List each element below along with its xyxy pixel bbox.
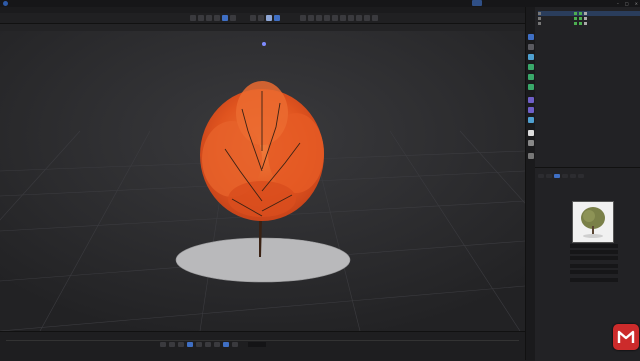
snap-icon[interactable]	[528, 97, 534, 103]
generator-icon[interactable]	[340, 15, 346, 21]
render-picture-viewer-icon[interactable]	[308, 15, 314, 21]
visibility-toggles[interactable]	[574, 12, 588, 15]
asset-preview-thumbnail[interactable]	[572, 201, 614, 243]
deformer-icon[interactable]	[348, 15, 354, 21]
model-mode-icon[interactable]	[528, 34, 534, 40]
attribute-manager-tabs	[535, 168, 640, 172]
viewport-header	[0, 24, 525, 31]
next-key-icon[interactable]	[205, 342, 211, 347]
close-icon[interactable]: ×	[635, 1, 638, 6]
param-value[interactable]	[570, 244, 618, 248]
param-value[interactable]	[570, 278, 618, 282]
attribute-subtab[interactable]	[562, 174, 568, 178]
layout-tabs	[472, 0, 552, 7]
app-logo-icon	[3, 1, 8, 6]
object-manager	[535, 7, 640, 167]
channel-logo-icon	[613, 324, 639, 350]
move-icon[interactable]	[214, 15, 220, 21]
play-icon[interactable]	[187, 342, 193, 347]
camera-icon[interactable]	[364, 15, 370, 21]
param-value[interactable]	[570, 264, 618, 268]
layout-tab[interactable]	[542, 0, 552, 6]
attribute-subtab[interactable]	[538, 174, 544, 178]
visibility-toggles[interactable]	[574, 17, 588, 20]
tree-thumbnail-icon	[573, 202, 613, 242]
timeline-ruler[interactable]	[6, 334, 519, 341]
solo-icon[interactable]	[528, 140, 534, 146]
axis-y-icon[interactable]	[258, 15, 264, 21]
attribute-subtab[interactable]	[554, 174, 560, 178]
param-value[interactable]	[570, 256, 618, 260]
render-settings-icon[interactable]	[316, 15, 322, 21]
current-frame-field[interactable]	[248, 342, 266, 347]
param-value[interactable]	[570, 250, 618, 254]
attribute-subtab[interactable]	[570, 174, 576, 178]
layout-tab[interactable]	[502, 0, 512, 6]
layout-tab[interactable]	[492, 0, 502, 6]
layout-tab[interactable]	[522, 0, 532, 6]
main-toolbar	[0, 13, 525, 24]
playback-controls	[160, 342, 238, 347]
edges-mode-icon[interactable]	[528, 54, 534, 60]
brush-icon[interactable]	[528, 153, 534, 159]
auto-key-icon[interactable]	[232, 342, 238, 347]
light-icon[interactable]	[372, 15, 378, 21]
title-bar: – □ ×	[0, 0, 640, 7]
maximize-icon[interactable]: □	[625, 1, 629, 6]
render-view-icon[interactable]	[300, 15, 306, 21]
layout-tab[interactable]	[482, 0, 492, 6]
attribute-subtabs	[538, 174, 637, 178]
perspective-viewport[interactable]	[0, 31, 525, 331]
lock-icon[interactable]	[528, 130, 534, 136]
object-type-icon	[538, 21, 541, 25]
cube-icon[interactable]	[324, 15, 330, 21]
render-tools	[300, 15, 378, 21]
polygons-mode-icon[interactable]	[528, 64, 534, 70]
visibility-toggles[interactable]	[574, 22, 588, 25]
rotate-icon[interactable]	[230, 15, 236, 21]
layout-tab[interactable]	[532, 0, 542, 6]
layout-tab[interactable]	[512, 0, 522, 6]
uv-mode-icon[interactable]	[528, 74, 534, 80]
mode-tools	[250, 15, 280, 21]
timeline-panel	[0, 331, 525, 361]
go-to-end-icon[interactable]	[214, 342, 220, 347]
axis-icon[interactable]	[528, 117, 534, 123]
texture-mode-icon[interactable]	[528, 84, 534, 90]
undo-icon[interactable]	[190, 15, 196, 21]
transform-tools	[190, 15, 236, 21]
previous-key-icon[interactable]	[169, 342, 175, 347]
workplane-icon[interactable]	[528, 107, 534, 113]
object-row[interactable]	[538, 21, 640, 26]
axis-z-icon[interactable]	[266, 15, 272, 21]
redo-icon[interactable]	[198, 15, 204, 21]
coordinate-system-icon[interactable]	[274, 15, 280, 21]
viewport-scene	[0, 31, 525, 331]
ground-disc[interactable]	[176, 238, 350, 282]
floor-icon[interactable]	[356, 15, 362, 21]
record-keys-icon[interactable]	[223, 342, 229, 347]
scale-icon[interactable]	[222, 15, 228, 21]
attribute-subtab[interactable]	[578, 174, 584, 178]
select-icon[interactable]	[206, 15, 212, 21]
layout-tab[interactable]	[472, 0, 482, 6]
object-type-icon	[538, 11, 541, 15]
attribute-subtab[interactable]	[546, 174, 552, 178]
param-value[interactable]	[570, 270, 618, 274]
minimize-icon[interactable]: –	[617, 1, 619, 6]
object-type-icon	[538, 16, 541, 20]
next-frame-icon[interactable]	[196, 342, 202, 347]
go-to-start-icon[interactable]	[160, 342, 166, 347]
window-controls: – □ ×	[617, 1, 638, 6]
previous-frame-icon[interactable]	[178, 342, 184, 347]
camera-target-icon[interactable]	[262, 42, 266, 46]
points-mode-icon[interactable]	[528, 44, 534, 50]
spline-pen-icon[interactable]	[332, 15, 338, 21]
axis-x-icon[interactable]	[250, 15, 256, 21]
